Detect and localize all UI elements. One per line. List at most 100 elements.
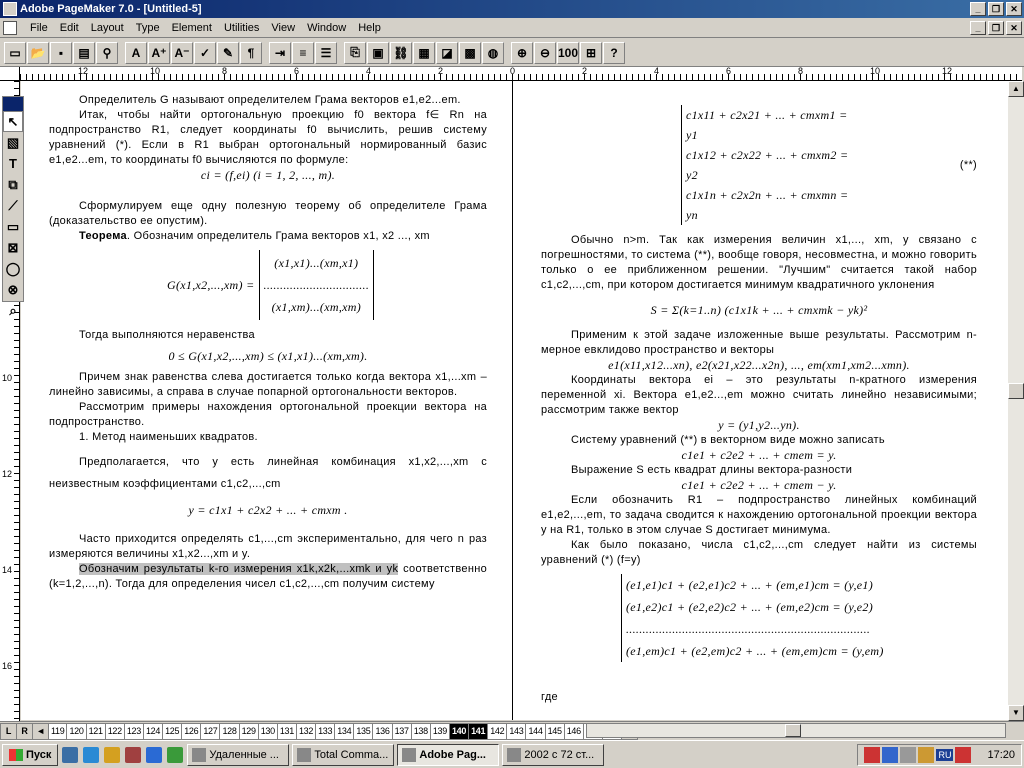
horizontal-scrollbar[interactable] — [586, 723, 1006, 738]
vertical-scroll-thumb[interactable] — [1008, 383, 1024, 399]
page-tab[interactable]: 125 — [162, 722, 183, 740]
tray-icon-2[interactable] — [882, 746, 899, 763]
page-tab[interactable]: 146 — [563, 722, 584, 740]
page-tab[interactable]: 119 — [48, 722, 68, 740]
menu-layout[interactable]: Layout — [85, 18, 130, 38]
page-tab[interactable]: 143 — [506, 722, 527, 740]
color-tool-icon[interactable]: ▧ — [3, 132, 23, 153]
actual-size-icon[interactable]: 100 — [557, 41, 579, 64]
page-tab[interactable]: 128 — [219, 722, 240, 740]
menu-edit[interactable]: Edit — [54, 18, 85, 38]
fit-icon[interactable]: ⊞ — [580, 41, 602, 64]
indents-icon[interactable]: ⇥ — [269, 41, 291, 64]
help-icon[interactable]: ? — [603, 41, 625, 64]
line-tool-icon[interactable]: ⟋ — [3, 195, 23, 216]
quicklaunch-folder-icon[interactable] — [104, 746, 121, 763]
frame-tool-icon[interactable]: ⊠ — [3, 237, 23, 258]
doc-restore-button[interactable]: ❐ — [988, 21, 1004, 35]
language-indicator[interactable]: RU — [936, 748, 954, 761]
open-icon[interactable]: 📂 — [27, 41, 49, 64]
graphics-icon[interactable]: ◪ — [436, 41, 458, 64]
menu-view[interactable]: View — [265, 18, 301, 38]
page-tab[interactable]: 130 — [257, 722, 278, 740]
align-icon[interactable]: ☰ — [315, 41, 337, 64]
page-tab[interactable]: 132 — [295, 722, 317, 740]
menu-type[interactable]: Type — [130, 18, 166, 38]
link-icon[interactable]: ⛓ — [390, 41, 412, 64]
globe-icon[interactable]: ◍ — [482, 41, 504, 64]
page-tab[interactable]: 134 — [334, 722, 355, 740]
minimize-button[interactable]: _ — [970, 2, 986, 16]
tray-icon-1[interactable] — [864, 746, 881, 763]
close-button[interactable]: ✕ — [1006, 2, 1022, 16]
text-tool-icon[interactable]: T — [3, 153, 23, 174]
size-up-icon[interactable]: A⁺ — [148, 41, 170, 64]
maximize-button[interactable]: ❐ — [988, 2, 1004, 16]
tray-icon-4[interactable] — [918, 746, 935, 763]
menu-window[interactable]: Window — [301, 18, 352, 38]
master-right-tab[interactable]: R — [16, 722, 33, 740]
page-tab[interactable]: 145 — [544, 722, 565, 740]
type-icon[interactable]: A — [125, 41, 147, 64]
zoom-in-icon[interactable]: ⊕ — [511, 41, 533, 64]
page-tab[interactable]: 133 — [315, 722, 336, 740]
quicklaunch-ie-icon[interactable] — [83, 746, 100, 763]
start-button[interactable]: Пуск — [2, 743, 59, 766]
scroll-up-arrow-icon[interactable]: ▲ — [1008, 81, 1024, 97]
page-tab[interactable]: 142 — [487, 722, 508, 740]
horizontal-ruler[interactable]: 12 10 8 6 4 2 0 2 4 6 8 10 12 — [20, 67, 1022, 81]
document-icon[interactable] — [3, 21, 17, 35]
find-icon[interactable]: ⚲ — [96, 41, 118, 64]
page-tab[interactable]: 131 — [276, 722, 297, 740]
page-tab[interactable]: 139 — [429, 722, 450, 740]
page-tab[interactable]: 141 — [468, 722, 489, 740]
page-tab[interactable]: 129 — [238, 722, 259, 740]
menu-utilities[interactable]: Utilities — [218, 18, 265, 38]
doc-close-button[interactable]: ✕ — [1006, 21, 1022, 35]
page-tab[interactable]: 138 — [410, 722, 431, 740]
quicklaunch-desktop-icon[interactable] — [62, 746, 79, 763]
master-left-tab[interactable]: L — [0, 722, 17, 740]
scroll-down-arrow-icon[interactable]: ▼ — [1008, 705, 1024, 721]
zoom-out-icon[interactable]: ⊖ — [534, 41, 556, 64]
zoom-tool-icon[interactable]: ⌕ — [3, 300, 23, 321]
place-icon[interactable]: ▣ — [367, 41, 389, 64]
print-icon[interactable]: ▤ — [73, 41, 95, 64]
ellipse-frame-tool-icon[interactable]: ⊗ — [3, 279, 23, 300]
size-down-icon[interactable]: A⁻ — [171, 41, 193, 64]
document-page[interactable]: Определитель G называют определителем Гр… — [21, 81, 1008, 720]
quicklaunch-app2-icon[interactable] — [167, 746, 184, 763]
toolbox-header[interactable] — [3, 97, 23, 111]
quicklaunch-word-icon[interactable] — [146, 746, 163, 763]
ellipse-tool-icon[interactable]: ◯ — [3, 258, 23, 279]
page-tab[interactable]: 127 — [200, 722, 221, 740]
page-tab[interactable]: 140 — [448, 722, 470, 740]
spelling-icon[interactable]: ✓ — [194, 41, 216, 64]
doc-minimize-button[interactable]: _ — [970, 21, 986, 35]
page-tab[interactable]: 124 — [142, 722, 164, 740]
menu-file[interactable]: File — [24, 18, 54, 38]
task-word-doc[interactable]: 2002 с 72 ст... — [502, 743, 605, 766]
pointer-tool-icon[interactable]: ↖ — [3, 111, 23, 132]
page-tab[interactable]: 126 — [181, 722, 202, 740]
copy-icon[interactable]: ⎘ — [344, 41, 366, 64]
clock[interactable]: 17:20 — [987, 749, 1015, 761]
bullets-icon[interactable]: ≡ — [292, 41, 314, 64]
quicklaunch-app-icon[interactable] — [125, 746, 142, 763]
page-tab[interactable]: 123 — [123, 722, 144, 740]
horizontal-scroll-thumb[interactable] — [785, 724, 801, 737]
paragraph-icon[interactable]: ¶ — [240, 41, 262, 64]
edit-story-icon[interactable]: ✎ — [217, 41, 239, 64]
page-tab[interactable]: 120 — [66, 722, 87, 740]
menu-element[interactable]: Element — [166, 18, 218, 38]
vertical-scrollbar[interactable]: ▲ ▼ — [1008, 81, 1024, 721]
photo-icon[interactable]: ▩ — [459, 41, 481, 64]
page-tab[interactable]: 136 — [372, 722, 393, 740]
new-icon[interactable]: ▭ — [4, 41, 26, 64]
save-icon[interactable]: ▪ — [50, 41, 72, 64]
menu-help[interactable]: Help — [352, 18, 387, 38]
page-tab[interactable]: 135 — [353, 722, 374, 740]
task-total-commander[interactable]: Total Comma... — [292, 743, 395, 766]
task-deleted[interactable]: Удаленные ... — [187, 743, 290, 766]
page-scroll-left-icon[interactable]: ◄ — [32, 722, 49, 740]
